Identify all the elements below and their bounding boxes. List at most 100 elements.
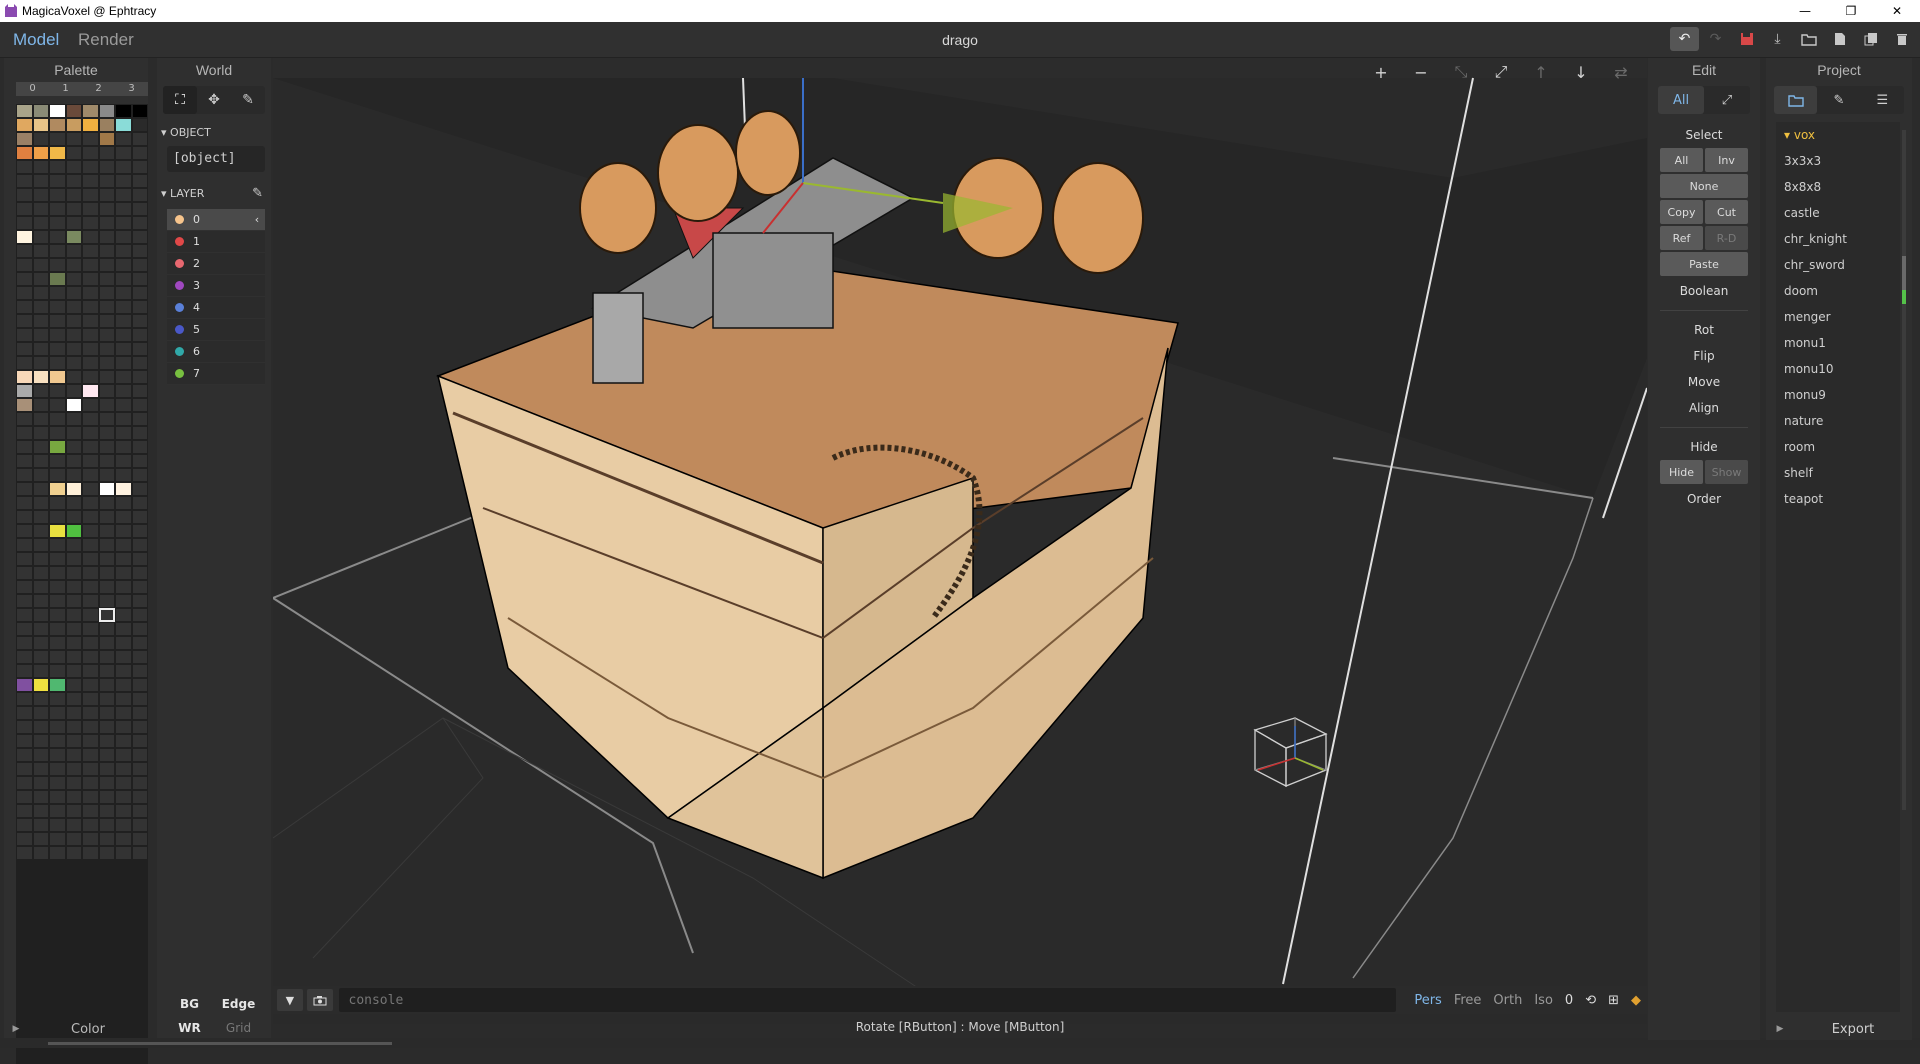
bottom-scrollbar[interactable] — [0, 1038, 1920, 1048]
palette-swatch[interactable] — [98, 510, 115, 524]
palette-swatch[interactable] — [32, 370, 49, 384]
palette-swatch[interactable] — [115, 104, 132, 118]
palette-swatch[interactable] — [65, 706, 82, 720]
palette-swatch[interactable] — [98, 608, 115, 622]
palette-swatch[interactable] — [98, 356, 115, 370]
palette-swatch[interactable] — [98, 538, 115, 552]
palette-swatch[interactable] — [82, 804, 99, 818]
palette-swatch[interactable] — [16, 692, 33, 706]
palette-swatch[interactable] — [32, 706, 49, 720]
palette-swatch[interactable] — [82, 622, 99, 636]
palette-swatch[interactable] — [65, 230, 82, 244]
grid-toggle[interactable]: Grid — [214, 1021, 263, 1035]
zoom-in-icon[interactable]: + — [1361, 60, 1401, 84]
palette-swatch[interactable] — [32, 454, 49, 468]
palette-swatch[interactable] — [131, 818, 148, 832]
layer-section-toggle[interactable]: ▾ LAYER — [161, 187, 204, 201]
palette-swatch[interactable] — [32, 594, 49, 608]
palette-swatch[interactable] — [49, 272, 66, 286]
palette-swatch[interactable] — [32, 174, 49, 188]
palette-swatch[interactable] — [32, 300, 49, 314]
palette-swatch[interactable] — [131, 524, 148, 538]
palette-swatch[interactable] — [131, 384, 148, 398]
palette-swatch[interactable] — [32, 832, 49, 846]
layer-row[interactable]: 5 — [167, 319, 265, 341]
palette-swatch[interactable] — [82, 370, 99, 384]
palette-swatch[interactable] — [16, 664, 33, 678]
palette-swatch[interactable] — [98, 762, 115, 776]
palette-swatch[interactable] — [82, 230, 99, 244]
palette-swatch[interactable] — [98, 342, 115, 356]
palette-swatch[interactable] — [65, 398, 82, 412]
palette-swatch[interactable] — [49, 230, 66, 244]
palette-swatch[interactable] — [16, 146, 33, 160]
palette-swatch[interactable] — [49, 258, 66, 272]
layer-row[interactable]: 7 — [167, 363, 265, 385]
palette-swatch[interactable] — [32, 342, 49, 356]
palette-swatch[interactable] — [115, 356, 132, 370]
palette-swatch[interactable] — [131, 538, 148, 552]
palette-swatch[interactable] — [82, 524, 99, 538]
palette-swatch[interactable] — [16, 468, 33, 482]
palette-swatch[interactable] — [115, 496, 132, 510]
palette-swatch[interactable] — [115, 566, 132, 580]
palette-swatch[interactable] — [82, 132, 99, 146]
palette-swatch[interactable] — [82, 286, 99, 300]
palette-swatch[interactable] — [82, 678, 99, 692]
palette-swatch[interactable] — [115, 664, 132, 678]
palette-swatch[interactable] — [65, 524, 82, 538]
palette-swatch[interactable] — [98, 426, 115, 440]
palette-swatch[interactable] — [49, 146, 66, 160]
palette-swatch[interactable] — [16, 398, 33, 412]
palette-swatch[interactable] — [16, 370, 33, 384]
palette-swatch[interactable] — [32, 636, 49, 650]
palette-swatch[interactable] — [65, 566, 82, 580]
palette-swatch[interactable] — [32, 146, 49, 160]
palette-swatch[interactable] — [16, 846, 33, 860]
palette-swatch[interactable] — [98, 846, 115, 860]
palette-swatch[interactable] — [49, 342, 66, 356]
palette-swatch[interactable] — [32, 412, 49, 426]
layer-visibility-dot[interactable] — [175, 215, 184, 224]
palette-swatch[interactable] — [49, 566, 66, 580]
palette-swatch[interactable] — [16, 832, 33, 846]
cut-button[interactable]: Cut — [1705, 200, 1748, 224]
palette-swatch[interactable] — [82, 748, 99, 762]
palette-swatch[interactable] — [82, 594, 99, 608]
layer-row[interactable]: 4 — [167, 297, 265, 319]
palette-swatch[interactable] — [16, 566, 33, 580]
palette-swatch[interactable] — [115, 328, 132, 342]
palette-swatch[interactable] — [82, 832, 99, 846]
palette-swatch[interactable] — [98, 384, 115, 398]
palette-swatch[interactable] — [82, 720, 99, 734]
palette-swatch[interactable] — [115, 454, 132, 468]
palette-swatch[interactable] — [98, 776, 115, 790]
save-as-icon[interactable]: ⤓ — [1763, 27, 1792, 51]
paste-button[interactable]: Paste — [1660, 252, 1748, 276]
palette-swatch[interactable] — [65, 790, 82, 804]
palette-swatch[interactable] — [65, 174, 82, 188]
palette-swatch[interactable] — [115, 804, 132, 818]
layer-row[interactable]: 0 ‹ — [167, 209, 265, 231]
layer-visibility-dot[interactable] — [175, 303, 184, 312]
palette-swatch[interactable] — [131, 846, 148, 860]
palette-swatch[interactable] — [32, 524, 49, 538]
palette-swatch[interactable] — [98, 132, 115, 146]
project-scrollbar[interactable] — [1902, 130, 1906, 810]
palette-swatch[interactable] — [115, 622, 132, 636]
project-file-item[interactable]: menger — [1776, 304, 1900, 330]
expand-arrow-icon[interactable]: ▶ — [1766, 1024, 1794, 1034]
palette-swatch[interactable] — [16, 776, 33, 790]
palette-swatch[interactable] — [82, 692, 99, 706]
palette-swatch[interactable] — [98, 832, 115, 846]
palette-swatch[interactable] — [65, 244, 82, 258]
palette-swatch[interactable] — [115, 258, 132, 272]
palette-swatch[interactable] — [131, 552, 148, 566]
palette-swatch[interactable] — [115, 776, 132, 790]
palette-swatch[interactable] — [49, 804, 66, 818]
palette-swatch[interactable] — [16, 132, 33, 146]
shrink-icon[interactable]: ⤡ — [1441, 60, 1481, 84]
palette-swatch[interactable] — [16, 622, 33, 636]
palette-swatch[interactable] — [49, 300, 66, 314]
move-button[interactable]: Move — [1648, 369, 1760, 395]
